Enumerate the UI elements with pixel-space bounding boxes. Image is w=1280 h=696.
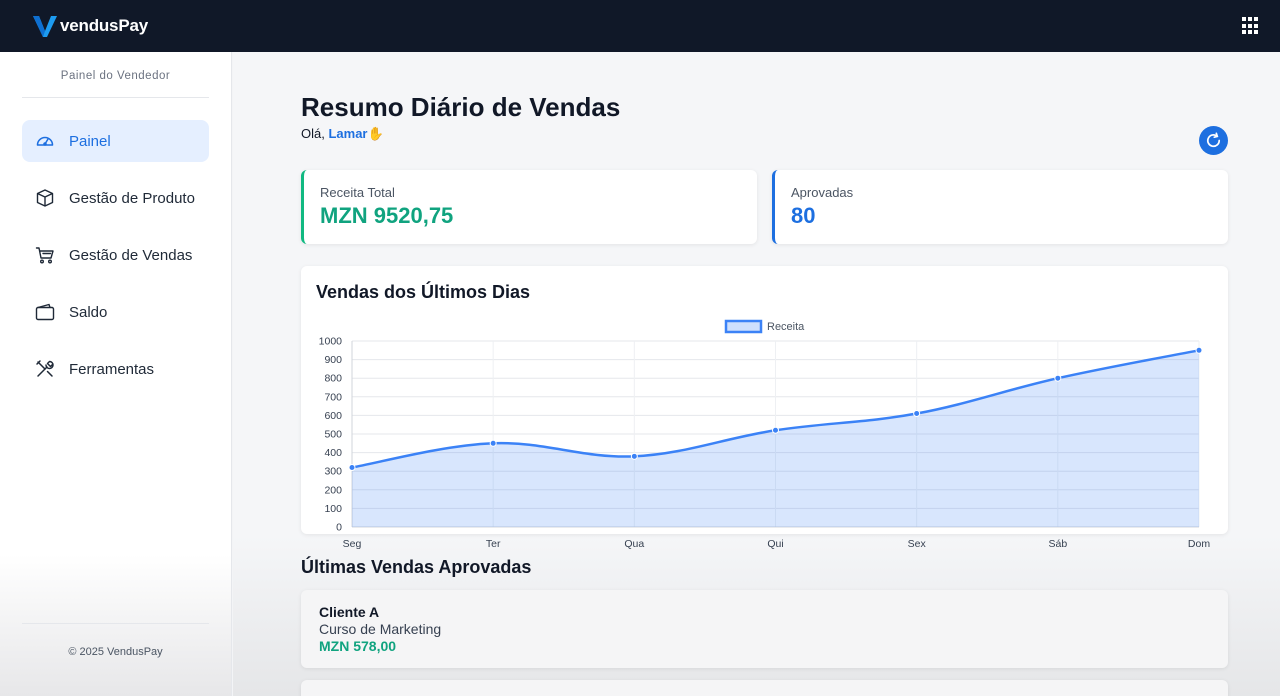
sidebar-item-gestao-produto[interactable]: Gestão de Produto xyxy=(22,177,209,219)
legend-swatch xyxy=(724,319,763,334)
y-tick-label: 1000 xyxy=(319,336,343,348)
sale-product: Curso de Marketing xyxy=(319,621,442,637)
greeting: Olá, Lamar✋ xyxy=(301,126,384,142)
x-tick-label: Sex xyxy=(908,538,927,550)
recent-sales-title: Últimas Vendas Aprovadas xyxy=(301,557,532,577)
sidebar-item-gestao-vendas[interactable]: Gestão de Vendas xyxy=(22,234,209,276)
y-tick-label: 100 xyxy=(324,503,342,515)
x-tick-label: Ter xyxy=(486,538,501,550)
wave-emoji: ✋ xyxy=(367,126,384,141)
sidebar: Painel do Vendedor Painel Gestão de Prod… xyxy=(0,52,232,696)
cart-icon xyxy=(35,245,55,265)
x-tick-label: Seg xyxy=(343,538,362,550)
sidebar-item-label: Ferramentas xyxy=(69,360,155,378)
top-bar: vendusPay xyxy=(0,0,1280,52)
sale-card[interactable]: Cliente A Curso de Marketing MZN 578,00 xyxy=(301,590,1228,668)
y-tick-label: 500 xyxy=(324,429,342,441)
approved-label: Aprovadas xyxy=(791,185,854,200)
refresh-icon xyxy=(1207,132,1221,148)
x-tick-label: Qui xyxy=(767,538,783,550)
sidebar-item-label: Gestão de Vendas xyxy=(69,246,193,264)
data-point xyxy=(913,410,921,418)
sidebar-nav: Painel Gestão de Produto Gestão de Venda… xyxy=(22,120,209,390)
approved-card: Aprovadas 80 xyxy=(772,170,1228,244)
tools-icon xyxy=(35,359,55,379)
dashboard-gauge-icon xyxy=(35,131,55,151)
box-icon xyxy=(35,188,55,208)
main-content: Resumo Diário de Vendas Olá, Lamar✋ Rece… xyxy=(233,52,1280,696)
brand-logo[interactable]: vendusPay xyxy=(32,13,148,39)
refresh-button[interactable] xyxy=(1199,126,1228,155)
revenue-value: MZN 9520,75 xyxy=(320,203,454,228)
apps-grid-icon[interactable] xyxy=(1242,17,1260,35)
data-point xyxy=(772,426,779,434)
revenue-label: Receita Total xyxy=(320,185,395,200)
y-tick-label: 400 xyxy=(324,447,342,459)
data-point xyxy=(489,439,497,447)
sidebar-title: Painel do Vendedor xyxy=(22,52,209,98)
data-point xyxy=(630,452,638,460)
y-tick-label: 700 xyxy=(324,391,342,403)
vendus-logo-icon xyxy=(33,16,57,37)
legend-label: Receita xyxy=(767,321,805,333)
x-tick-label: Qua xyxy=(624,538,644,550)
revenue-card: Receita Total MZN 9520,75 xyxy=(301,170,757,244)
sidebar-item-ferramentas[interactable]: Ferramentas xyxy=(22,348,209,390)
y-tick-label: 300 xyxy=(324,466,342,478)
wallet-icon xyxy=(35,302,55,322)
brand-name: vendusPay xyxy=(60,16,148,35)
y-tick-label: 0 xyxy=(336,522,342,534)
sales-chart-card: Vendas dos Últimos Dias 0 100 200 300 400 500… xyxy=(301,266,1228,550)
sale-amount: MZN 578,00 xyxy=(319,638,397,654)
data-point xyxy=(1195,346,1203,354)
x-tick-label: Sáb xyxy=(1048,538,1067,550)
sidebar-item-painel[interactable]: Painel xyxy=(22,120,209,162)
sales-chart: 0 100 200 300 400 500 600 700 800 900 1000 Seg Ter Qu… xyxy=(319,319,1210,550)
page-title: Resumo Diário de Vendas xyxy=(301,92,621,122)
data-point xyxy=(1054,374,1062,382)
user-name: Lamar xyxy=(328,126,368,141)
sidebar-item-saldo[interactable]: Saldo xyxy=(22,291,209,333)
sidebar-item-label: Gestão de Produto xyxy=(69,189,195,207)
sidebar-item-label: Painel xyxy=(69,132,111,150)
greeting-prefix: Olá, xyxy=(301,126,325,141)
y-tick-label: 800 xyxy=(324,373,342,385)
sidebar-footer: © 2025 VendusPay xyxy=(22,623,209,696)
y-tick-label: 600 xyxy=(324,410,342,422)
y-tick-label: 200 xyxy=(324,484,342,496)
approved-value: 80 xyxy=(791,203,816,228)
x-tick-label: Dom xyxy=(1188,538,1210,550)
sidebar-item-label: Saldo xyxy=(69,303,108,321)
data-point xyxy=(348,463,356,471)
sale-client: Cliente A xyxy=(319,604,380,620)
y-tick-label: 900 xyxy=(324,354,342,366)
sale-card-partial[interactable] xyxy=(301,680,1228,696)
